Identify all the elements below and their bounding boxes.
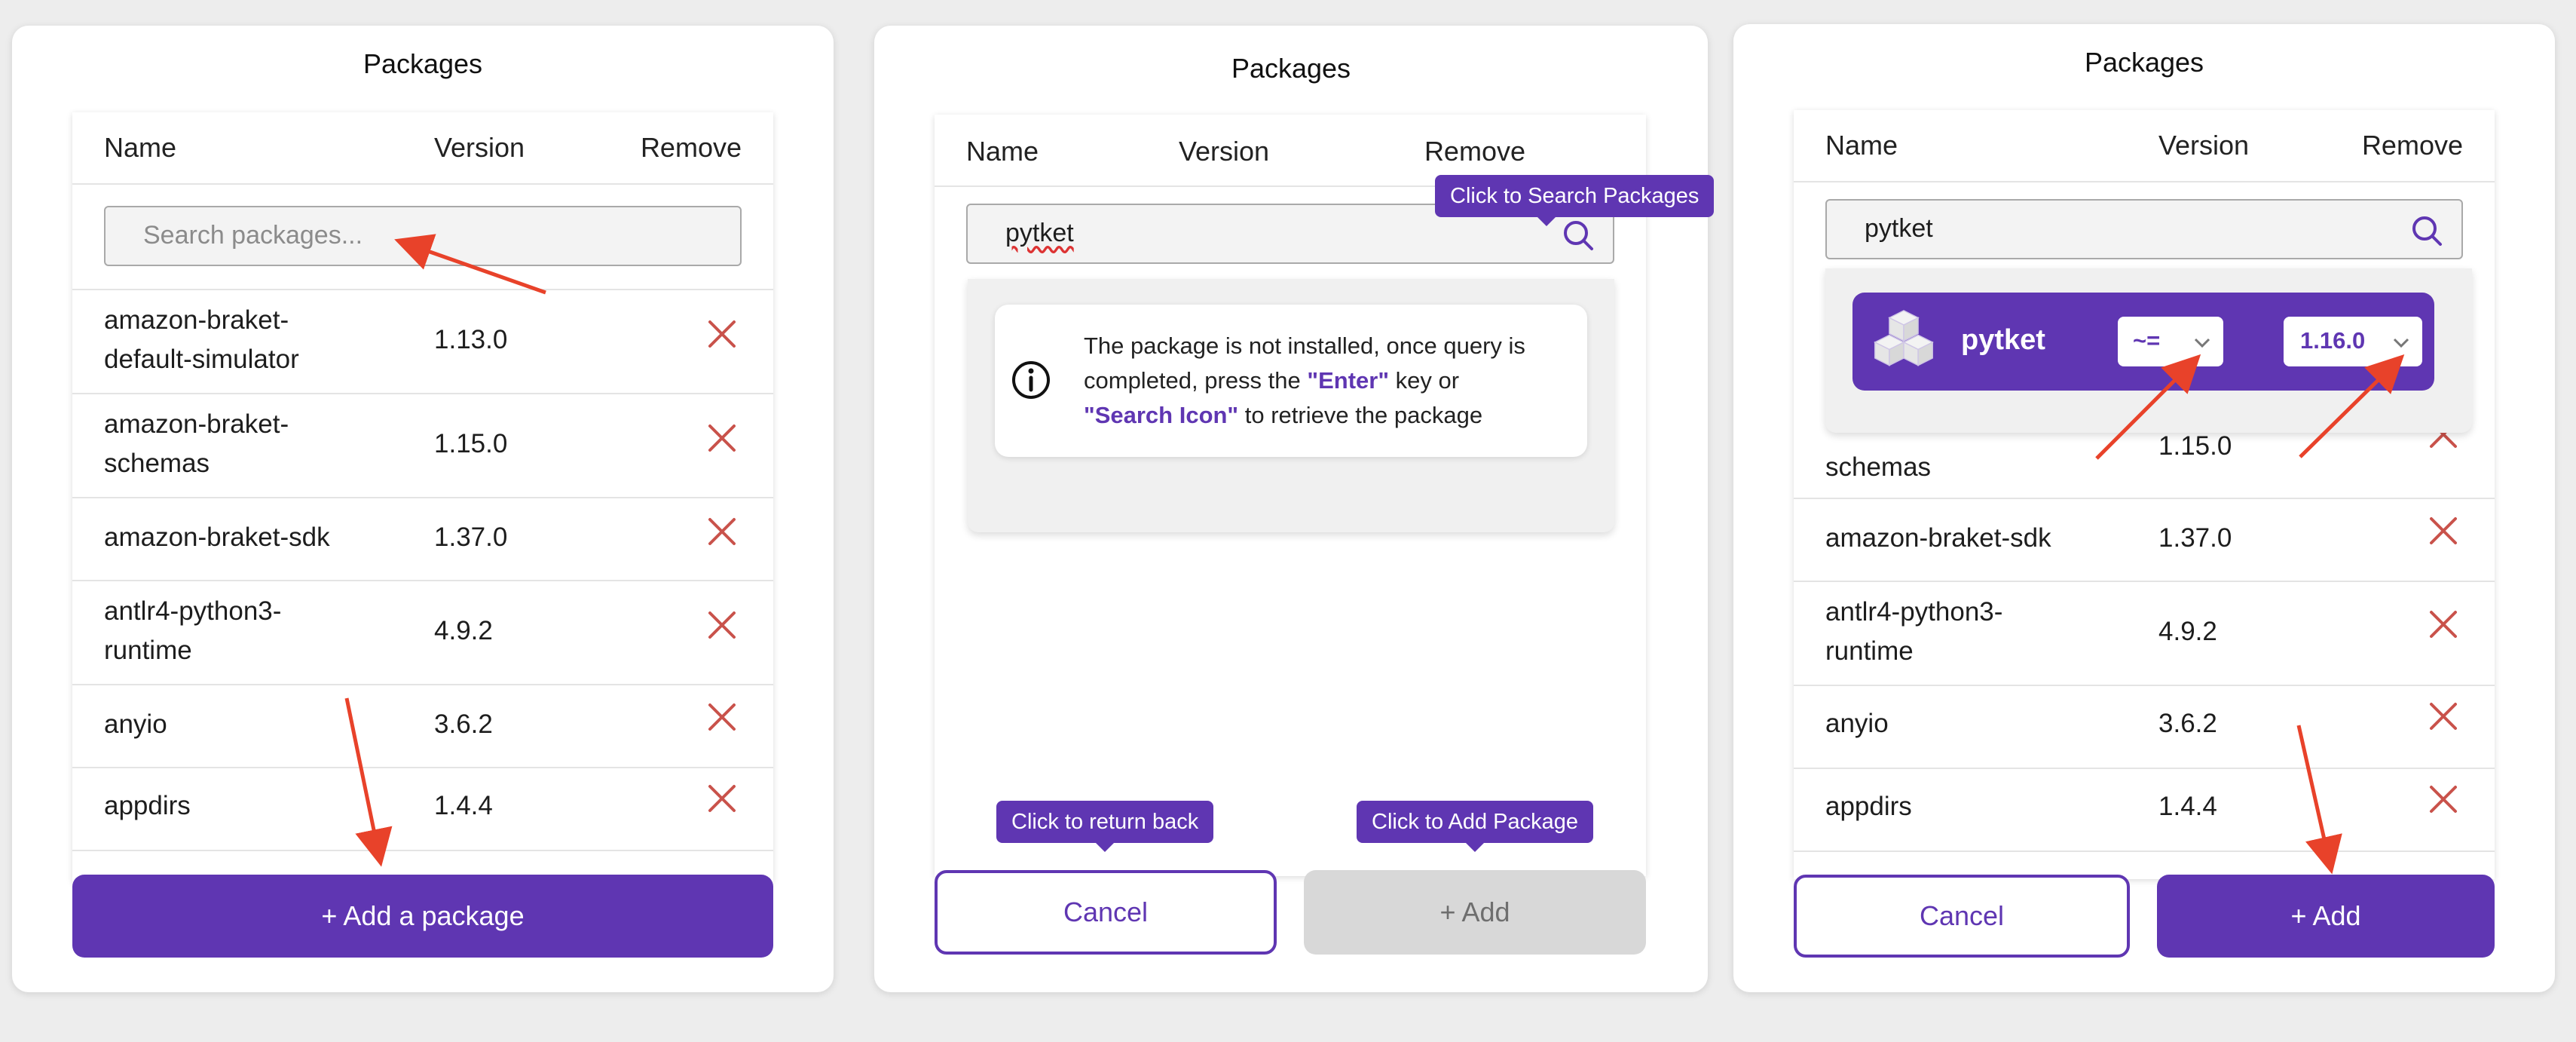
panel-title: Packages xyxy=(1231,53,1351,84)
close-icon[interactable] xyxy=(2428,609,2458,639)
close-icon[interactable] xyxy=(707,610,737,640)
package-version: 1.4.4 xyxy=(2158,792,2217,821)
result-package-name: pytket xyxy=(1961,324,2045,356)
info-message: The package is not installed, once query… xyxy=(995,305,1587,457)
table-row: amazon-braket-sdk 1.37.0 xyxy=(1794,498,2495,582)
table-row: antlr4-python3- runtime 4.9.2 xyxy=(1794,581,2495,686)
package-version: 3.6.2 xyxy=(2158,709,2217,738)
close-icon[interactable] xyxy=(707,783,737,814)
search-dropdown: The package is not installed, once query… xyxy=(968,279,1614,532)
package-name: appdirs xyxy=(104,791,191,820)
table-row: amazon-braket-default-simulator 1.13.0 xyxy=(72,289,773,394)
close-icon[interactable] xyxy=(2428,784,2458,814)
packages-table: Name Version Remove Search packages... a… xyxy=(72,112,773,881)
search-icon[interactable] xyxy=(2410,214,2443,247)
version-select[interactable]: 1.16.0 xyxy=(2284,317,2422,366)
version-value: 1.16.0 xyxy=(2300,327,2366,354)
close-icon[interactable] xyxy=(707,516,737,547)
package-name: amazon-braket-sdk xyxy=(104,523,330,552)
info-icon xyxy=(1012,361,1050,399)
search-value: pytket xyxy=(1865,214,1933,243)
close-icon[interactable] xyxy=(2428,701,2458,731)
cancel-tooltip: Click to return back xyxy=(996,801,1214,852)
close-icon[interactable] xyxy=(2428,516,2458,546)
package-name: anyio xyxy=(1825,709,1889,738)
packages-table: Name Version Remove pytket schemas 1.15.… xyxy=(1794,110,2495,879)
operator-select[interactable]: ~= xyxy=(2118,317,2223,366)
table-row: amazon-braket-sdk 1.37.0 xyxy=(72,497,773,581)
panel-title: Packages xyxy=(2084,47,2204,78)
close-icon[interactable] xyxy=(707,423,737,453)
search-value: pytket xyxy=(1005,219,1074,247)
column-name: Name xyxy=(1825,130,1898,161)
package-name: amazon-braket-sdk xyxy=(1825,523,2051,553)
close-icon[interactable] xyxy=(707,319,737,349)
search-results-dropdown: pytket ~= 1.16.0 xyxy=(1825,268,2472,433)
package-cube-icon xyxy=(1874,310,1934,366)
package-version: 1.37.0 xyxy=(434,523,508,552)
search-input[interactable]: Search packages... xyxy=(104,206,742,266)
column-remove: Remove xyxy=(1424,136,1525,167)
column-version: Version xyxy=(2158,130,2250,161)
packages-panel-2: Packages Name Version Remove pytket Clic… xyxy=(874,26,1715,992)
search-icon[interactable] xyxy=(1562,219,1595,252)
package-name: antlr4-python3- runtime xyxy=(1825,597,2003,666)
column-remove: Remove xyxy=(640,132,742,163)
package-name: schemas xyxy=(1825,452,1932,482)
table-row: antlr4-python3- runtime 4.9.2 xyxy=(72,580,773,685)
column-name: Name xyxy=(966,136,1039,167)
add-tooltip: Click to Add Package xyxy=(1357,801,1594,852)
panel-title: Packages xyxy=(363,48,483,79)
table-row: appdirs 1.4.4 xyxy=(72,767,773,851)
close-icon[interactable] xyxy=(707,702,737,732)
package-name: anyio xyxy=(104,709,167,739)
package-name: antlr4-python3- runtime xyxy=(104,596,282,665)
packages-panel-3: Packages Name Version Remove pytket sche… xyxy=(1733,24,2555,992)
package-version: 3.6.2 xyxy=(434,709,493,739)
table-row: anyio 3.6.2 xyxy=(72,684,773,768)
chevron-down-icon xyxy=(2393,338,2409,348)
chevron-down-icon xyxy=(2194,338,2210,348)
column-remove: Remove xyxy=(2361,130,2463,161)
package-name: amazon-braket-schemas xyxy=(104,409,289,478)
table-row: appdirs 1.4.4 xyxy=(1794,768,2495,852)
table-header: Name Version Remove xyxy=(72,112,773,185)
info-text: The package is not installed, once query… xyxy=(1084,333,1525,428)
search-input[interactable]: pytket xyxy=(1825,199,2463,259)
search-row: Search packages... xyxy=(72,183,773,290)
cancel-button[interactable]: Cancel xyxy=(1794,875,2130,958)
add-package-button[interactable]: + Add a package xyxy=(72,875,773,958)
package-version: 1.13.0 xyxy=(434,325,508,354)
operator-value: ~= xyxy=(2133,327,2161,354)
package-version: 1.15.0 xyxy=(434,429,508,458)
column-version: Version xyxy=(1179,136,1270,167)
package-name: appdirs xyxy=(1825,792,1912,821)
table-row: anyio 3.6.2 xyxy=(1794,685,2495,769)
package-version: 1.4.4 xyxy=(434,791,493,820)
package-version: 4.9.2 xyxy=(2158,617,2217,646)
package-name: amazon-braket-default-simulator xyxy=(104,305,299,374)
add-button[interactable]: + Add xyxy=(1304,870,1646,955)
table-row: amazon-braket-schemas 1.15.0 xyxy=(72,393,773,498)
add-button[interactable]: + Add xyxy=(2157,875,2495,958)
table-header: Name Version Remove xyxy=(1794,110,2495,182)
cancel-button[interactable]: Cancel xyxy=(935,870,1277,955)
packages-panel-1: Packages Name Version Remove Search pack… xyxy=(12,26,834,992)
search-placeholder: Search packages... xyxy=(143,221,363,250)
column-name: Name xyxy=(104,132,177,163)
search-tooltip: Click to Search Packages xyxy=(1435,175,1715,226)
package-version: 4.9.2 xyxy=(434,616,493,645)
package-result[interactable]: pytket ~= 1.16.0 xyxy=(1852,293,2434,391)
package-version: 1.37.0 xyxy=(2158,523,2232,553)
column-version: Version xyxy=(434,132,525,163)
